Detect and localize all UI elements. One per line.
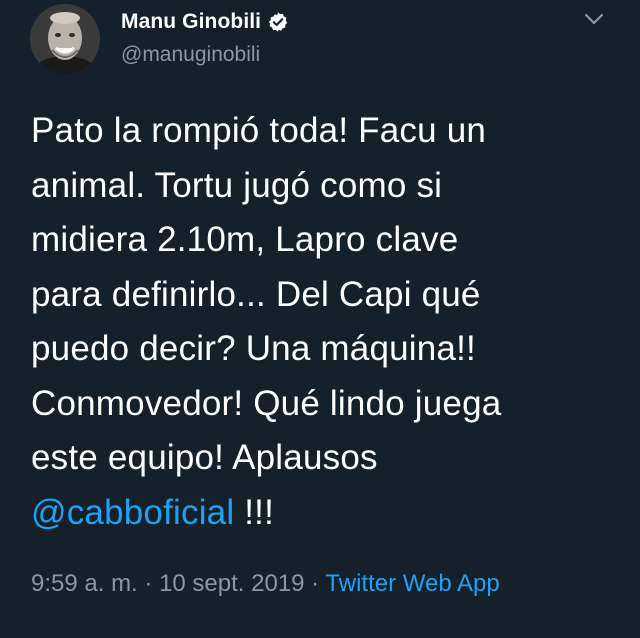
tweet-text: Pato la rompió toda! Facu un animal. Tor… <box>31 104 621 540</box>
tweet-trailing-text: !!! <box>234 492 275 532</box>
tweet-date[interactable]: 10 sept. 2019 <box>159 570 304 597</box>
author-name-row: Manu Ginobili <box>121 10 289 34</box>
tweet-metadata: 9:59 a. m. · 10 sept. 2019 · Twitter Web… <box>31 570 500 598</box>
tweet-line: Conmovedor! Qué lindo juega <box>31 383 502 423</box>
chevron-down-icon[interactable] <box>583 10 605 28</box>
author-handle[interactable]: @manuginobili <box>121 43 260 67</box>
avatar[interactable] <box>30 4 100 74</box>
tweet-line: este equipo! Aplausos <box>31 438 378 477</box>
tweet-line: para definirlo... Del Capi qué <box>31 274 481 314</box>
tweet-line: Pato la rompió toda! Facu un <box>31 111 487 150</box>
tweet-time[interactable]: 9:59 a. m. <box>31 570 138 597</box>
tweet-card: Manu Ginobili @manuginobili Pato la romp… <box>0 0 640 638</box>
tweet-line: puedo decir? Una máquina!! <box>31 329 476 368</box>
mention-link[interactable]: @cabboficial <box>31 493 234 532</box>
avatar-photo-icon <box>30 4 100 74</box>
tweet-line: midiera 2.10m, Lapro clave <box>31 220 459 259</box>
meta-separator: · <box>304 570 326 597</box>
tweet-line: animal. Tortu jugó como si <box>31 165 443 205</box>
tweet-source-link[interactable]: Twitter Web App <box>325 570 499 597</box>
meta-separator: · <box>137 570 160 597</box>
tweet-last-line: @cabboficial !!! <box>31 486 621 541</box>
author-display-name[interactable]: Manu Ginobili <box>121 10 261 34</box>
verified-badge-icon <box>267 11 289 33</box>
